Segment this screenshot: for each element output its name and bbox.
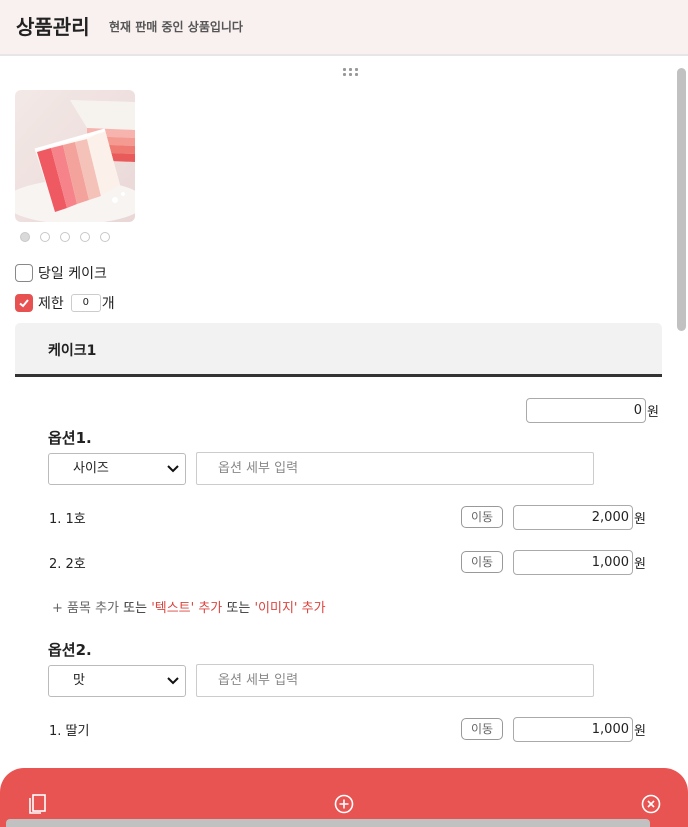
product-image[interactable] bbox=[15, 90, 135, 222]
gallery-dot[interactable] bbox=[60, 232, 70, 242]
gallery-dot[interactable] bbox=[100, 232, 110, 242]
limit-unit: 개 bbox=[101, 296, 115, 312]
option-type-select[interactable]: 맛 bbox=[48, 665, 186, 697]
item-price-input[interactable]: 1,000 bbox=[513, 550, 633, 575]
same-day-label: 당일 케이크 bbox=[38, 266, 107, 282]
move-button[interactable]: 이동 bbox=[461, 506, 503, 528]
currency-label: 원 bbox=[634, 557, 646, 572]
add-circle-icon[interactable] bbox=[332, 792, 356, 816]
gallery-dot[interactable] bbox=[20, 232, 30, 242]
currency-label: 원 bbox=[634, 724, 646, 739]
group-title: 케이크1 bbox=[48, 343, 97, 359]
close-circle-icon[interactable] bbox=[639, 792, 663, 816]
option-item-label: 1. 1호 bbox=[49, 512, 86, 527]
scrollbar-thumb[interactable] bbox=[677, 68, 686, 331]
or-text: 또는 bbox=[222, 601, 255, 616]
add-text-link[interactable]: '텍스트' 추가 bbox=[151, 601, 222, 616]
horizontal-scrollbar[interactable] bbox=[6, 819, 650, 827]
option-type-value: 사이즈 bbox=[73, 461, 109, 476]
add-item-link[interactable]: + 품목 추가 bbox=[52, 601, 119, 616]
add-image-link[interactable]: '이미지' 추가 bbox=[254, 601, 325, 616]
option-detail-input[interactable]: 옵션 세부 입력 bbox=[196, 452, 594, 485]
item-price-input[interactable]: 1,000 bbox=[513, 717, 633, 742]
currency-label: 원 bbox=[634, 512, 646, 527]
limit-option[interactable]: 제한 0 개 bbox=[15, 293, 115, 313]
drag-handle-icon[interactable] bbox=[343, 68, 359, 78]
same-day-checkbox[interactable] bbox=[15, 264, 33, 282]
limit-checkbox[interactable] bbox=[15, 294, 33, 312]
move-button[interactable]: 이동 bbox=[461, 551, 503, 573]
page-title: 상품관리 bbox=[16, 15, 90, 39]
option-type-value: 맛 bbox=[73, 673, 85, 688]
option-title: 옵션1. bbox=[48, 429, 92, 447]
or-text: 또는 bbox=[119, 601, 152, 616]
currency-label: 원 bbox=[647, 405, 659, 420]
option-detail-input[interactable]: 옵션 세부 입력 bbox=[196, 664, 594, 697]
page-subtitle: 현재 판매 중인 상품입니다 bbox=[109, 20, 243, 34]
copy-icon[interactable] bbox=[25, 792, 49, 816]
same-day-option[interactable]: 당일 케이크 bbox=[15, 263, 107, 283]
check-icon bbox=[19, 299, 29, 308]
move-button[interactable]: 이동 bbox=[461, 718, 503, 740]
limit-label: 제한 bbox=[38, 296, 64, 312]
option-title: 옵션2. bbox=[48, 641, 92, 659]
option-item-label: 2. 2호 bbox=[49, 557, 86, 572]
add-item-links: + 품목 추가 또는 '텍스트' 추가 또는 '이미지' 추가 bbox=[52, 597, 326, 616]
page-header: 상품관리 현재 판매 중인 상품입니다 bbox=[0, 0, 688, 56]
option-item-label: 1. 딸기 bbox=[49, 724, 90, 739]
gallery-dot[interactable] bbox=[80, 232, 90, 242]
chevron-down-icon bbox=[167, 677, 179, 685]
vertical-scrollbar[interactable] bbox=[674, 30, 688, 770]
item-price-input[interactable]: 2,000 bbox=[513, 505, 633, 530]
chevron-down-icon bbox=[167, 465, 179, 473]
limit-count-input[interactable]: 0 bbox=[70, 294, 101, 312]
base-price-input[interactable]: 0 bbox=[526, 398, 646, 423]
gallery-dot[interactable] bbox=[40, 232, 50, 242]
group-header[interactable]: 케이크1 bbox=[15, 323, 662, 377]
option-type-select[interactable]: 사이즈 bbox=[48, 453, 186, 485]
